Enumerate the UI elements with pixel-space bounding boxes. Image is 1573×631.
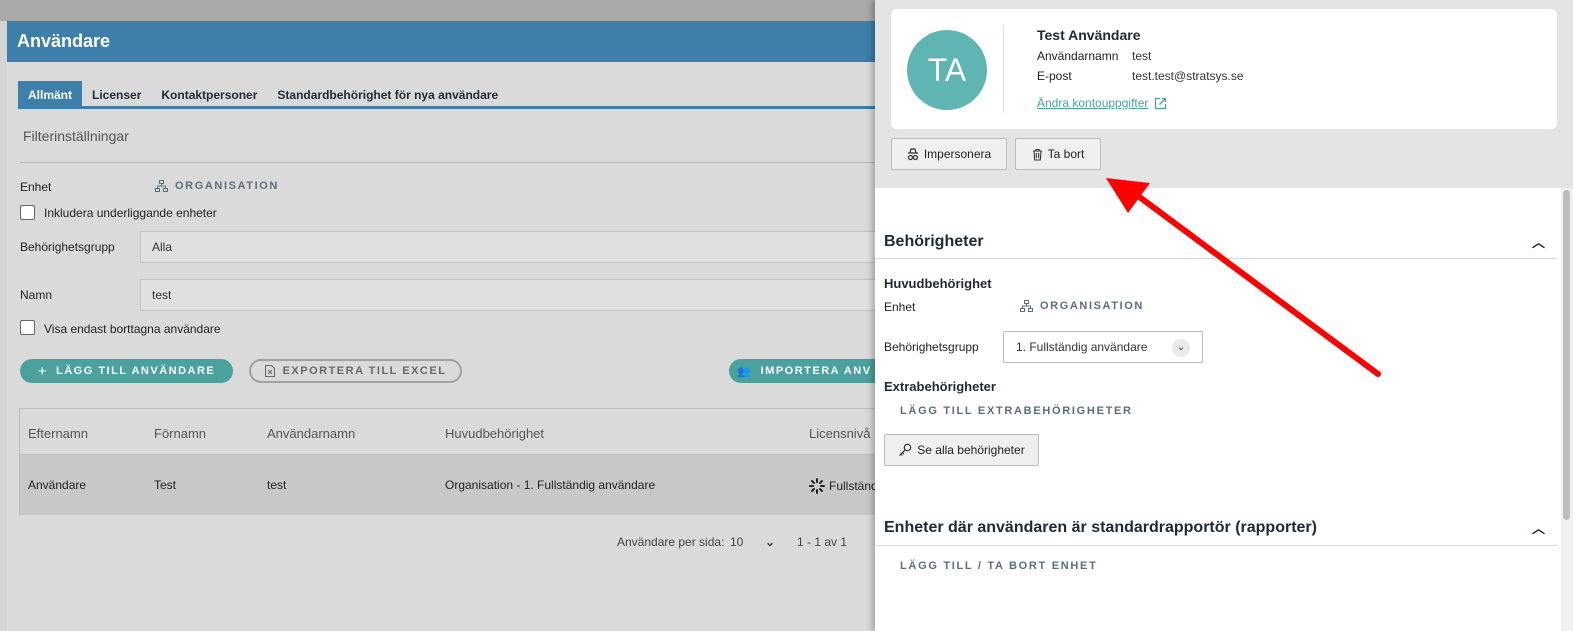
hierarchy-icon: [155, 180, 168, 192]
cell-main-permission: Organisation - 1. Fullständig användare: [445, 478, 656, 492]
per-page-label: Användare per sida:: [617, 535, 725, 549]
chevron-up-icon[interactable]: ︿: [1532, 518, 1545, 537]
add-remove-unit-button[interactable]: LÄGG TILL / TA BORT ENHET: [900, 560, 1098, 572]
include-sub-checkbox[interactable]: [20, 205, 35, 220]
name-input[interactable]: test: [140, 279, 880, 311]
col-license[interactable]: Licensnivå: [809, 426, 870, 441]
tab-default-permissions[interactable]: Standardbehörighet för nya användare: [267, 81, 508, 107]
reporter-units-title: Enheter där användaren är standardrappor…: [884, 519, 1317, 536]
divider: [20, 162, 880, 163]
cell-username: test: [267, 478, 287, 492]
group-label: Behörighetsgrupp: [20, 240, 115, 254]
tab-contacts[interactable]: Kontaktpersoner: [151, 81, 267, 107]
name-label: Namn: [20, 288, 53, 302]
col-lastname[interactable]: Efternamn: [28, 426, 88, 441]
email-value: test.test@stratsys.se: [1132, 69, 1244, 83]
username-value: test: [1132, 49, 1152, 63]
impersonate-label: Impersonera: [923, 147, 992, 161]
user-detail-panel: TA Test Användare Användarnamn test E-po…: [875, 0, 1573, 631]
include-sub-label: Inkludera underliggande enheter: [44, 206, 217, 220]
pagination-range: 1 - 1 av 1: [797, 535, 848, 549]
export-label: EXPORTERA TILL EXCEL: [282, 365, 447, 377]
chevron-down-icon: ⌄: [1172, 339, 1190, 357]
filter-title: Filterinställningar: [23, 128, 129, 144]
avatar: TA: [907, 30, 987, 110]
tab-general[interactable]: Allmänt: [18, 81, 83, 107]
incognito-icon: [907, 147, 918, 160]
col-firstname[interactable]: Förnamn: [154, 426, 206, 441]
per-page-select[interactable]: 10 ⌄: [730, 535, 775, 549]
extra-permissions-title: Extrabehörigheter: [884, 379, 996, 394]
import-users-button[interactable]: 👥 IMPORTERA ANV: [729, 359, 880, 383]
delete-user-button[interactable]: Ta bort: [1015, 138, 1101, 170]
import-label: IMPORTERA ANV: [760, 365, 872, 377]
plus-icon: +: [37, 362, 48, 380]
add-extra-permissions-button[interactable]: LÄGG TILL EXTRABEHÖRIGHETER: [900, 405, 1133, 417]
scrollbar-thumb[interactable]: [1563, 190, 1570, 520]
username-label: Användarnamn: [1037, 49, 1119, 63]
add-user-label: LÄGG TILL ANVÄNDARE: [55, 365, 216, 377]
email-label: E-post: [1037, 69, 1072, 83]
page-header: Användare: [7, 21, 880, 62]
permission-group-select[interactable]: 1. Fullständig användare ⌄: [1003, 331, 1203, 363]
main-permission-title: Huvudbehörighet: [884, 276, 992, 291]
users-page: Användare Allmänt Licenser Kontaktperson…: [7, 21, 881, 631]
external-link-icon: [1155, 97, 1167, 109]
permissions-divider: [875, 258, 1557, 259]
panel-unit-label: Enhet: [884, 300, 916, 314]
add-user-button[interactable]: + LÄGG TILL ANVÄNDARE: [20, 359, 233, 383]
table-header: Efternamn Förnamn Användarnamn Huvudbehö…: [20, 409, 881, 455]
chevron-down-icon: ⌄: [764, 535, 775, 549]
users-icon: 👥: [737, 365, 753, 378]
cell-lastname: Användare: [28, 478, 87, 492]
edit-account-link[interactable]: Ändra kontouppgifter: [1037, 96, 1167, 110]
deleted-label: Visa endast borttagna användare: [44, 322, 221, 336]
unit-picker[interactable]: ORGANISATION: [155, 180, 279, 192]
deleted-checkbox[interactable]: [20, 320, 35, 335]
users-table: Efternamn Förnamn Användarnamn Huvudbehö…: [19, 408, 881, 515]
key-icon: [899, 443, 912, 456]
permission-group-value: 1. Fullständig användare: [1016, 340, 1148, 354]
tab-bar: Allmänt Licenser Kontaktpersoner Standar…: [18, 81, 508, 107]
chevron-up-icon[interactable]: ︿: [1532, 232, 1545, 251]
reporter-divider: [875, 545, 1557, 546]
user-card: TA Test Användare Användarnamn test E-po…: [891, 9, 1557, 129]
cell-firstname: Test: [154, 478, 177, 492]
col-main-permission[interactable]: Huvudbehörighet: [445, 426, 544, 441]
see-all-permissions-button[interactable]: Se alla behörigheter: [884, 434, 1039, 466]
tab-licenses[interactable]: Licenser: [82, 81, 151, 107]
impersonate-button[interactable]: Impersonera: [891, 138, 1007, 170]
trash-icon: [1032, 148, 1042, 161]
group-select[interactable]: Alla: [140, 231, 880, 263]
panel-group-label: Behörighetsgrupp: [884, 340, 979, 354]
permissions-title: Behörigheter: [884, 233, 984, 250]
hierarchy-icon: [1020, 300, 1033, 312]
license-value: Fullständ: [829, 479, 878, 493]
panel-unit-value: ORGANISATION: [1040, 300, 1144, 312]
unit-label: Enhet: [20, 180, 52, 194]
export-excel-button[interactable]: EXPORTERA TILL EXCEL: [249, 359, 462, 383]
license-spinner-icon: [809, 478, 825, 494]
unit-value: ORGANISATION: [175, 180, 279, 192]
panel-body: Behörigheter ︿ Huvudbehörighet Enhet ORG…: [875, 188, 1561, 631]
per-page-value: 10: [730, 535, 744, 549]
user-fullname: Test Användare: [1037, 27, 1141, 43]
panel-unit-picker[interactable]: ORGANISATION: [1020, 300, 1144, 312]
excel-file-icon: [264, 365, 275, 377]
cell-license: Fullständ: [809, 478, 878, 494]
delete-label: Ta bort: [1047, 147, 1085, 161]
card-divider: [1003, 25, 1004, 113]
table-row[interactable]: Användare Test test Organisation - 1. Fu…: [20, 455, 881, 515]
edit-account-label: Ändra kontouppgifter: [1037, 96, 1149, 110]
see-all-label: Se alla behörigheter: [917, 443, 1025, 457]
panel-scrollbar[interactable]: [1561, 188, 1573, 631]
top-backdrop: [0, 0, 880, 21]
col-username[interactable]: Användarnamn: [267, 426, 355, 441]
page-title: Användare: [17, 31, 111, 51]
tab-underline: [18, 106, 880, 109]
